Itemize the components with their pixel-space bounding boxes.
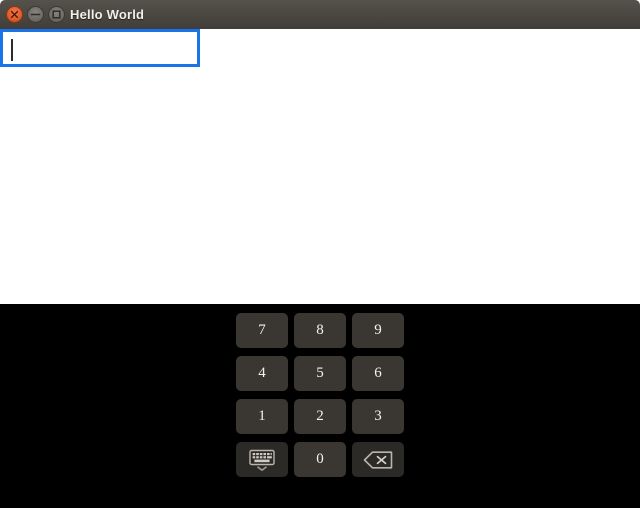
key-8[interactable]: 8 xyxy=(294,313,346,348)
minimize-icon xyxy=(30,10,41,19)
application-window: Hello World 7 8 9 4 5 6 1 2 3 0 xyxy=(0,0,640,508)
key-0[interactable]: 0 xyxy=(294,442,346,477)
key-6[interactable]: 6 xyxy=(352,356,404,391)
window-title: Hello World xyxy=(70,7,145,22)
maximize-button[interactable] xyxy=(48,6,65,23)
key-hide-keyboard[interactable] xyxy=(236,442,288,477)
text-input-field[interactable] xyxy=(0,29,200,67)
close-button[interactable] xyxy=(6,6,23,23)
text-caret xyxy=(11,39,13,61)
client-area xyxy=(0,29,640,304)
onscreen-keypad: 7 8 9 4 5 6 1 2 3 0 xyxy=(0,304,640,508)
key-backspace[interactable] xyxy=(352,442,404,477)
keyboard-hide-icon xyxy=(248,449,276,471)
key-4[interactable]: 4 xyxy=(236,356,288,391)
key-7[interactable]: 7 xyxy=(236,313,288,348)
key-5[interactable]: 5 xyxy=(294,356,346,391)
window-controls xyxy=(6,6,65,23)
key-3[interactable]: 3 xyxy=(352,399,404,434)
maximize-icon xyxy=(51,9,62,20)
key-9[interactable]: 9 xyxy=(352,313,404,348)
close-icon xyxy=(10,10,19,19)
title-bar[interactable]: Hello World xyxy=(0,0,640,29)
minimize-button[interactable] xyxy=(27,6,44,23)
key-2[interactable]: 2 xyxy=(294,399,346,434)
key-1[interactable]: 1 xyxy=(236,399,288,434)
keypad-grid: 7 8 9 4 5 6 1 2 3 0 xyxy=(236,313,404,477)
backspace-icon xyxy=(362,450,394,470)
